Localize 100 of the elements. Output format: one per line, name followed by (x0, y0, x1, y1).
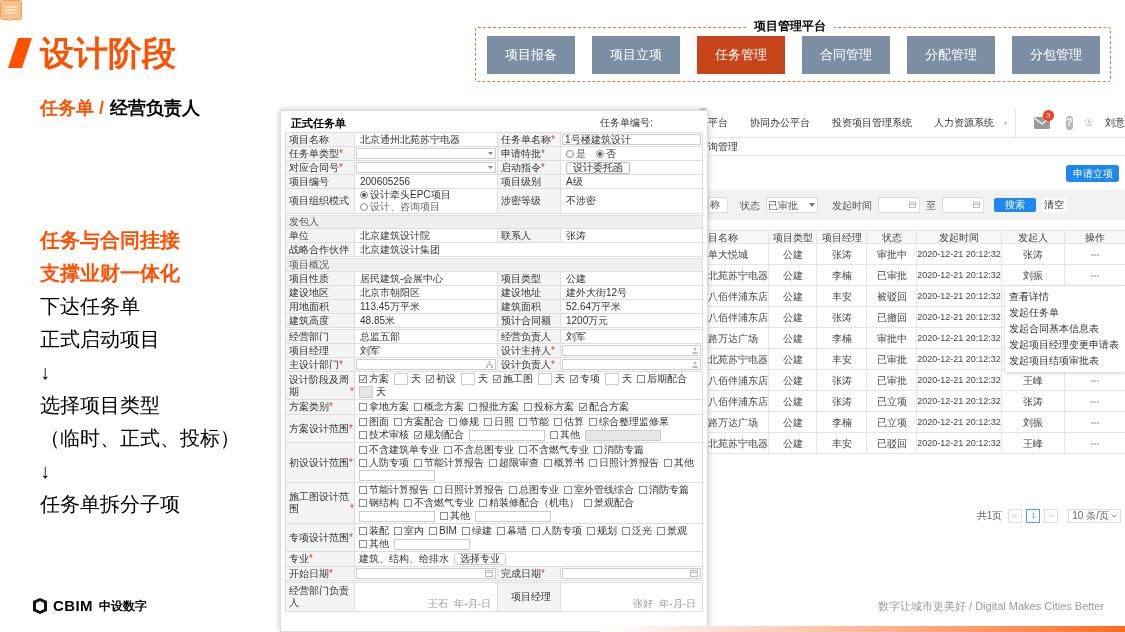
person-picker-field[interactable] (562, 345, 701, 356)
input-field[interactable] (394, 373, 408, 385)
checkbox[interactable] (484, 418, 492, 426)
status-dropdown[interactable]: 已审批 (766, 197, 818, 213)
date-field[interactable] (942, 197, 984, 213)
checkbox[interactable] (444, 446, 452, 454)
checkbox[interactable] (586, 527, 595, 535)
menu-item[interactable]: 查看详情 (1005, 289, 1125, 305)
date-field[interactable] (562, 568, 701, 579)
checkbox[interactable] (493, 375, 501, 383)
breadcrumb[interactable]: 询管理 (708, 139, 738, 154)
search-field[interactable]: 称 (708, 197, 728, 213)
platform-tab[interactable]: 任务管理 (696, 35, 785, 74)
avatar-icon[interactable] (1085, 115, 1093, 130)
checkbox[interactable] (489, 459, 497, 467)
checkbox[interactable] (414, 459, 422, 467)
apply-button[interactable]: 申请立项 (1066, 164, 1119, 182)
input-field[interactable] (359, 470, 435, 481)
platform-tab[interactable]: 项目报备 (486, 35, 575, 74)
checkbox[interactable] (469, 403, 477, 411)
checkbox[interactable] (544, 459, 552, 467)
checkbox[interactable] (579, 403, 587, 411)
page-button[interactable]: 1 (1026, 508, 1041, 523)
checkbox[interactable] (621, 527, 630, 535)
checkbox[interactable] (589, 418, 597, 426)
checkbox[interactable] (554, 418, 562, 426)
checkbox[interactable] (359, 527, 367, 535)
checkbox[interactable] (426, 375, 434, 383)
checkbox[interactable] (359, 431, 367, 439)
checkbox[interactable] (394, 527, 402, 535)
page-size-dropdown[interactable]: 10 条/页 (1068, 508, 1121, 523)
checkbox[interactable] (404, 499, 412, 507)
checkbox[interactable] (519, 446, 527, 454)
checkbox[interactable] (440, 512, 448, 520)
checkbox[interactable] (550, 431, 558, 439)
checkbox[interactable] (509, 486, 517, 494)
checkbox[interactable] (531, 527, 540, 535)
checkbox[interactable] (564, 486, 572, 494)
nav-item[interactable]: 人力资源系统 (934, 115, 994, 130)
checkbox[interactable] (519, 418, 527, 426)
checkbox[interactable] (496, 527, 505, 535)
checkbox[interactable] (637, 375, 645, 383)
menu-item[interactable]: 发起项目经理变更申请表 (1005, 337, 1125, 353)
radio-button[interactable] (360, 191, 368, 199)
checkbox[interactable] (570, 375, 578, 383)
checkbox[interactable] (359, 446, 367, 454)
checkbox[interactable] (359, 459, 367, 467)
date-field[interactable] (356, 568, 496, 579)
select-field[interactable] (356, 148, 496, 159)
checkbox[interactable] (656, 527, 665, 535)
clear-button[interactable]: 清空 (1042, 198, 1066, 212)
checkbox[interactable] (359, 375, 367, 383)
person-picker-field[interactable] (562, 359, 701, 370)
checkbox[interactable] (584, 499, 592, 507)
instruction-button[interactable]: 设计委托函 (566, 161, 630, 174)
checkbox[interactable] (359, 499, 367, 507)
input-field[interactable] (469, 429, 545, 441)
platform-tab[interactable]: 合同管理 (801, 35, 890, 74)
checkbox[interactable] (359, 540, 367, 548)
checkbox[interactable] (394, 418, 402, 426)
platform-tab[interactable]: 分包管理 (1011, 35, 1100, 74)
nav-item[interactable]: 投资项目管理系统 (832, 115, 912, 130)
checkbox[interactable] (664, 459, 672, 467)
checkbox[interactable] (434, 486, 442, 494)
search-button[interactable]: 搜索 (994, 198, 1036, 212)
input-field[interactable] (394, 538, 470, 550)
comment-icon[interactable] (0, 0, 22, 22)
platform-tab[interactable]: 分配管理 (906, 35, 995, 74)
menu-item[interactable]: 发起任务单 (1005, 305, 1125, 321)
checkbox[interactable] (449, 418, 457, 426)
form-title: 正式任务单 (291, 117, 346, 129)
checkbox[interactable] (461, 527, 470, 535)
checkbox[interactable] (589, 459, 597, 467)
mail-icon[interactable] (1033, 116, 1050, 129)
checkbox[interactable] (414, 431, 422, 439)
checkbox[interactable] (639, 486, 647, 494)
user-name[interactable]: 刘意 (1105, 115, 1125, 130)
platform-tab[interactable]: 项目立项 (591, 35, 680, 74)
checkbox[interactable] (594, 446, 602, 454)
select-button[interactable]: 选择专业 (454, 553, 506, 565)
checkbox[interactable] (359, 403, 367, 411)
input-field[interactable] (605, 373, 619, 385)
checkbox[interactable] (359, 418, 367, 426)
menu-item[interactable]: 发起合同基本信息表 (1005, 321, 1125, 337)
input-field[interactable] (359, 510, 435, 522)
checkbox[interactable] (524, 403, 532, 411)
input-field[interactable] (461, 373, 475, 385)
checkbox[interactable] (479, 499, 487, 507)
department-picker-field[interactable] (356, 359, 496, 370)
nav-item[interactable]: 平台 (708, 115, 728, 130)
checkbox[interactable] (414, 403, 422, 411)
checkbox[interactable] (429, 527, 437, 535)
menu-item[interactable]: 发起项目结项审批表 (1005, 353, 1125, 369)
select-field[interactable] (356, 162, 496, 173)
date-field[interactable] (878, 197, 920, 213)
nav-item[interactable]: 协同办公平台 (750, 115, 810, 130)
checkbox[interactable] (359, 486, 367, 494)
input-field[interactable]: 1号楼建筑设计 (562, 134, 701, 145)
input-field[interactable] (538, 373, 552, 385)
input-field[interactable] (475, 510, 551, 522)
